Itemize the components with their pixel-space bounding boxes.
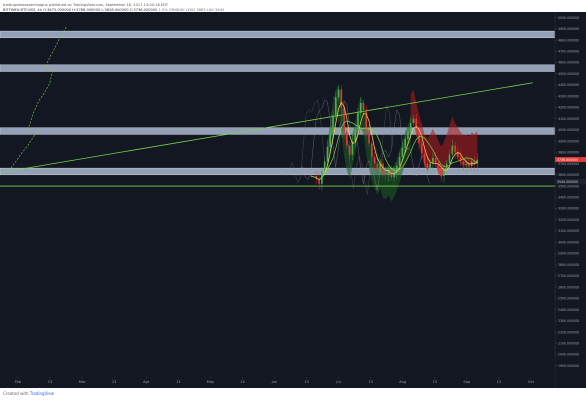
candle-body <box>421 143 423 154</box>
candle-body <box>415 118 418 133</box>
price-axis-label: 2100.000000 <box>558 342 579 346</box>
price-axis-label: 2200.000000 <box>558 330 579 334</box>
current-price-label: 3736.000000 <box>557 158 578 162</box>
candle-body <box>409 123 412 133</box>
price-axis-label: 4500.000000 <box>558 72 579 76</box>
candle-body <box>429 163 431 169</box>
secondary-price-label: 3540.000000 <box>557 180 578 184</box>
candle-body <box>451 145 454 155</box>
candle-body <box>354 128 356 142</box>
price-axis-label: 2500.000000 <box>558 297 579 301</box>
tradingview-logo-text: TradingView <box>29 391 55 396</box>
time-axis-label: Aug <box>399 380 406 384</box>
chart-screenshot: tradingviewexperimagus published on Trad… <box>0 0 586 400</box>
time-axis-label: Jul <box>335 380 340 384</box>
price-axis-label: 4200.000000 <box>558 106 579 110</box>
candle-body <box>332 115 334 133</box>
price-axis-label: 3700.000000 <box>558 162 579 166</box>
candle-body <box>346 132 348 146</box>
price-axis-label: 4000.000000 <box>558 128 579 132</box>
price-axis-label: 2300.000000 <box>558 319 579 323</box>
price-axis-label: 4900.000000 <box>558 27 579 31</box>
time-axis-label: Jun <box>271 380 278 384</box>
candle-body <box>454 145 456 153</box>
candle-body <box>459 156 462 162</box>
support-resistance-zone <box>0 64 555 72</box>
candle-body <box>359 102 362 114</box>
time-axis-label: 13 <box>112 380 117 384</box>
price-axis-label: 2600.000000 <box>558 285 579 289</box>
time-axis-label: Mar <box>79 380 86 384</box>
candle-body <box>376 163 379 171</box>
candle-body <box>412 118 415 124</box>
time-axis-label: 13 <box>432 380 437 384</box>
time-axis-label: Apr <box>143 380 150 384</box>
candle-body <box>326 146 329 162</box>
time-axis-label: May <box>207 380 215 384</box>
price-axis-label: 3600.000000 <box>558 173 579 177</box>
candle-body <box>423 153 426 164</box>
footer-prefix: Created with <box>3 391 29 396</box>
price-axis-label: 2700.000000 <box>558 274 579 278</box>
time-axis-label: 13 <box>48 380 53 384</box>
candle-body <box>443 170 445 176</box>
time-axis-label: Sep <box>463 380 470 384</box>
candle-body <box>323 161 326 171</box>
candle-body <box>448 154 451 164</box>
price-axis-label: 3400.000000 <box>558 196 579 200</box>
price-axis-label: 2000.000000 <box>558 353 579 357</box>
candle-body <box>362 102 365 110</box>
time-axis-label: 13 <box>304 380 309 384</box>
candle-body <box>340 89 343 108</box>
time-axis-label: 13 <box>176 380 181 384</box>
price-axis-label: 3000.000000 <box>558 240 579 244</box>
candle-body <box>398 156 401 166</box>
candle-body <box>371 143 373 157</box>
candle-body <box>348 145 351 155</box>
price-axis-label: 3100.000000 <box>558 229 579 233</box>
price-axis-label: 3800.000000 <box>558 151 579 155</box>
footer-attribution: Created with TradingView <box>3 391 54 396</box>
price-axis-label: 4300.000000 <box>558 94 579 98</box>
price-axis-label: 2800.000000 <box>558 263 579 267</box>
time-axis-label: 13 <box>497 380 502 384</box>
candle-body <box>462 161 465 165</box>
candle-body <box>343 107 345 133</box>
candle-body <box>426 163 429 169</box>
price-axis-label: 4400.000000 <box>558 83 579 87</box>
price-axis-label: 3200.000000 <box>558 218 579 222</box>
candle-body <box>329 132 332 147</box>
price-axis-label: 2900.000000 <box>558 252 579 256</box>
price-axis-label: 4600.000000 <box>558 61 579 65</box>
candle-body <box>404 138 406 148</box>
candle-body <box>334 97 337 116</box>
candle-body <box>337 89 340 98</box>
candle-body <box>465 163 467 165</box>
price-axis-label: 5000.000000 <box>558 16 579 20</box>
price-axis-label: 2400.000000 <box>558 308 579 312</box>
price-axis-label: 4700.000000 <box>558 50 579 54</box>
candle-body <box>418 132 420 144</box>
candle-body <box>401 147 404 157</box>
candle-body <box>384 172 387 175</box>
time-axis-label: 13 <box>368 380 373 384</box>
price-axis-label: 1900.000000 <box>558 364 579 368</box>
price-axis-label: 3900.000000 <box>558 139 579 143</box>
time-axis-label: 13 <box>240 380 245 384</box>
candle-body <box>440 170 443 176</box>
candle-body <box>407 132 409 139</box>
price-chart[interactable]: 1900.000000 2000.000000 2100.000000 2200.00… <box>0 12 586 388</box>
candle-body <box>373 156 376 164</box>
candle-body <box>434 158 437 164</box>
support-resistance-zone <box>0 30 555 39</box>
publisher-line: tradingviewexperimagus published on Trad… <box>3 3 169 7</box>
time-axis-label: Oct <box>528 380 535 384</box>
price-axis-label: 3300.000000 <box>558 207 579 211</box>
time-axis-label: Feb <box>15 380 22 384</box>
candle-body <box>368 129 370 144</box>
candle-body <box>365 109 368 130</box>
price-axis-label: 3500.000000 <box>558 184 579 188</box>
price-axis-label: 4800.000000 <box>558 38 579 42</box>
price-axis-label: 4100.000000 <box>558 117 579 121</box>
